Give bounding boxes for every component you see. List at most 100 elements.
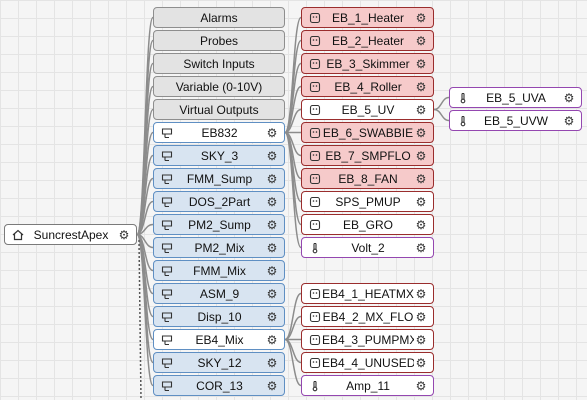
gear-icon[interactable]: ⚙ [562, 114, 576, 128]
gear-icon[interactable]: ⚙ [414, 379, 428, 393]
module-asm-9[interactable]: ASM_9 ⚙ [153, 283, 285, 304]
gear-icon[interactable]: ⚙ [265, 218, 279, 232]
module-label: Disp_10 [197, 309, 242, 324]
gear-icon[interactable]: ⚙ [414, 103, 428, 117]
thermometer-icon [456, 115, 470, 127]
gear-icon[interactable]: ⚙ [414, 11, 428, 25]
gear-icon[interactable]: ⚙ [414, 356, 428, 370]
output-sps-pmup[interactable]: SPS_PMUP ⚙ [301, 191, 434, 212]
output-amp-11[interactable]: Amp_11 ⚙ [301, 375, 434, 396]
wire-trunk-continuation [138, 239, 142, 400]
output-eb4-2-mx-flo[interactable]: EB4_2_MX_FLO ⚙ [301, 306, 434, 327]
output-eb4-4-unused[interactable]: EB4_4_UNUSED ⚙ [301, 352, 434, 373]
module-icon [160, 173, 174, 185]
output-eb-1-heater[interactable]: EB_1_Heater ⚙ [301, 7, 434, 28]
module-sky-3[interactable]: SKY_3 ⚙ [153, 145, 285, 166]
gear-icon[interactable]: ⚙ [414, 195, 428, 209]
module-eb832[interactable]: EB832 ⚙ [153, 122, 285, 143]
probe-label: EB_5_UVA [486, 90, 546, 105]
gear-icon[interactable]: ⚙ [414, 310, 428, 324]
gear-icon[interactable]: ⚙ [265, 333, 279, 347]
output-eb-3-skimmer[interactable]: EB_3_Skimmer ⚙ [301, 53, 434, 74]
category-alarms[interactable]: Alarms [153, 7, 285, 28]
gear-icon[interactable]: ⚙ [265, 195, 279, 209]
output-volt-2[interactable]: Volt_2 ⚙ [301, 237, 434, 258]
gear-icon[interactable]: ⚙ [414, 80, 428, 94]
wire-root-module [136, 154, 154, 236]
module-icon [160, 150, 174, 162]
gear-icon[interactable]: ⚙ [414, 287, 428, 301]
wire-module-output [284, 131, 302, 157]
probe-eb-5-uvw[interactable]: EB_5_UVW ⚙ [449, 110, 582, 131]
category-label: Virtual Outputs [179, 102, 259, 117]
output-label: EB_2_Heater [331, 33, 405, 48]
category-label: Variable (0-10V) [175, 79, 263, 94]
root-node-suncrestapex[interactable]: SuncrestApex ⚙ [4, 224, 137, 245]
wire-root-module [136, 233, 154, 295]
wire-module-output [284, 85, 302, 134]
gear-icon[interactable]: ⚙ [265, 172, 279, 186]
category-label: Alarms [200, 10, 238, 25]
category-virtual-outputs[interactable]: Virtual Outputs [153, 99, 285, 120]
gear-icon[interactable]: ⚙ [265, 126, 279, 140]
output-eb-6-swabbie[interactable]: EB_6_SWABBIE ⚙ [301, 122, 434, 143]
gear-icon[interactable]: ⚙ [562, 91, 576, 105]
module-label: SKY_12 [197, 355, 242, 370]
module-pm2-sump[interactable]: PM2_Sump ⚙ [153, 214, 285, 235]
module-dos-2part[interactable]: DOS_2Part ⚙ [153, 191, 285, 212]
gear-icon[interactable]: ⚙ [265, 241, 279, 255]
module-pm2-mix[interactable]: PM2_Mix ⚙ [153, 237, 285, 258]
gear-icon[interactable]: ⚙ [265, 264, 279, 278]
module-label: FMM_Mix [193, 263, 246, 278]
wire-module-output [284, 62, 302, 134]
gear-icon[interactable]: ⚙ [414, 172, 428, 186]
gear-icon[interactable]: ⚙ [117, 228, 131, 242]
category-switch-inputs[interactable]: Switch Inputs [153, 53, 285, 74]
wire-root-module [136, 131, 154, 236]
output-label: EB4_3_PUMPMX [322, 332, 414, 347]
module-fmm-mix[interactable]: FMM_Mix ⚙ [153, 260, 285, 281]
module-eb4-mix[interactable]: EB4_Mix ⚙ [153, 329, 285, 350]
gear-icon[interactable]: ⚙ [265, 356, 279, 370]
output-label: SPS_PMUP [335, 194, 401, 209]
category-variable[interactable]: Variable (0-10V) [153, 76, 285, 97]
gear-icon[interactable]: ⚙ [414, 241, 428, 255]
module-sky-12[interactable]: SKY_12 ⚙ [153, 352, 285, 373]
output-eb-4-roller[interactable]: EB_4_Roller ⚙ [301, 76, 434, 97]
outlet-icon [308, 104, 322, 116]
output-eb-gro[interactable]: EB_GRO ⚙ [301, 214, 434, 235]
thermometer-icon [308, 242, 322, 254]
home-icon [11, 229, 25, 241]
module-disp-10[interactable]: Disp_10 ⚙ [153, 306, 285, 327]
module-icon [160, 357, 174, 369]
gear-icon[interactable]: ⚙ [265, 310, 279, 324]
gear-icon[interactable]: ⚙ [414, 126, 428, 140]
output-eb-7-smpflo[interactable]: EB_7_SMPFLO ⚙ [301, 145, 434, 166]
gear-icon[interactable]: ⚙ [414, 149, 428, 163]
category-probes[interactable]: Probes [153, 30, 285, 51]
gear-icon[interactable]: ⚙ [265, 287, 279, 301]
outlet-icon [308, 311, 322, 323]
wire-output-probe [433, 108, 450, 122]
output-eb-8-fan[interactable]: EB_8_FAN ⚙ [301, 168, 434, 189]
output-label: EB_6_SWABBIE [322, 125, 414, 140]
output-eb-2-heater[interactable]: EB_2_Heater ⚙ [301, 30, 434, 51]
output-label: EB_5_UV [341, 102, 395, 117]
gear-icon[interactable]: ⚙ [414, 218, 428, 232]
gear-icon[interactable]: ⚙ [414, 333, 428, 347]
wire-module-output [284, 39, 302, 134]
output-eb4-1-heatmx[interactable]: EB4_1_HEATMX ⚙ [301, 283, 434, 304]
wire-module-output [284, 338, 302, 364]
outlet-icon [308, 150, 322, 162]
module-cor-13[interactable]: COR_13 ⚙ [153, 375, 285, 396]
output-label: Amp_11 [346, 378, 390, 393]
gear-icon[interactable]: ⚙ [414, 34, 428, 48]
gear-icon[interactable]: ⚙ [265, 149, 279, 163]
module-fmm-sump[interactable]: FMM_Sump ⚙ [153, 168, 285, 189]
gear-icon[interactable]: ⚙ [265, 379, 279, 393]
output-eb4-3-pumpmx[interactable]: EB4_3_PUMPMX ⚙ [301, 329, 434, 350]
module-icon [160, 380, 174, 392]
probe-eb-5-uva[interactable]: EB_5_UVA ⚙ [449, 87, 582, 108]
gear-icon[interactable]: ⚙ [414, 57, 428, 71]
output-eb-5-uv[interactable]: EB_5_UV ⚙ [301, 99, 434, 120]
